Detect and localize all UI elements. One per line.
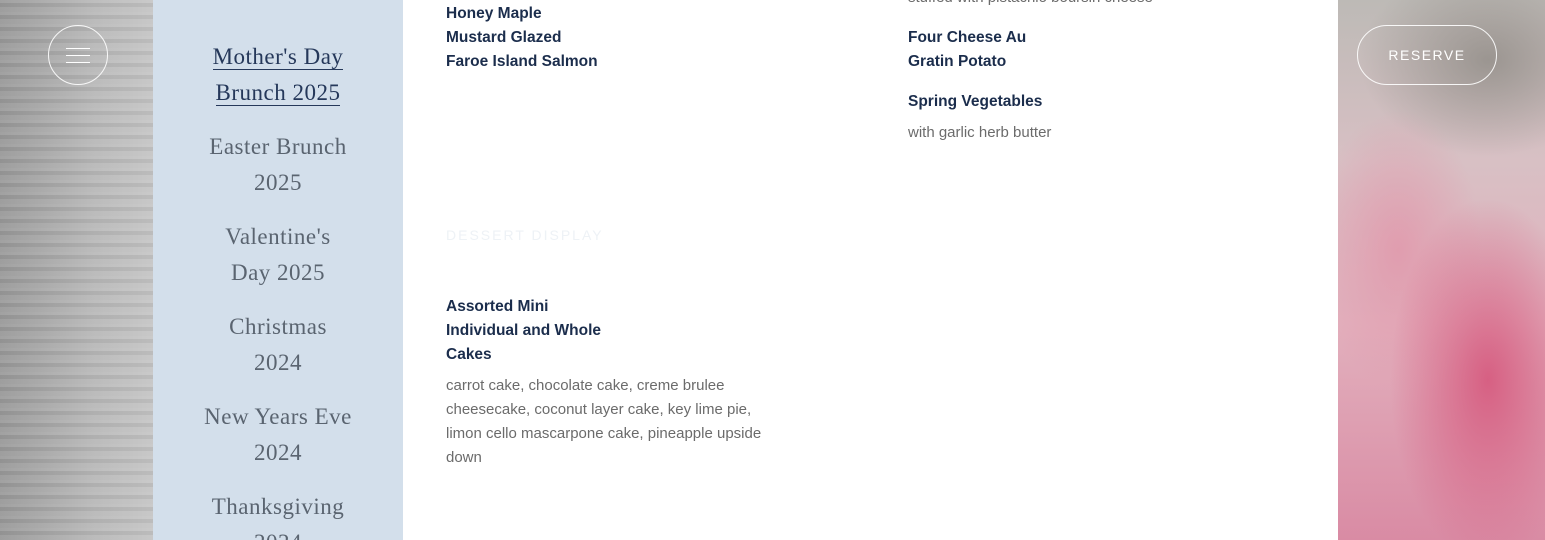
dish-title-line: Faroe Island Salmon bbox=[446, 53, 598, 70]
sidebar-item-label: New Years Eve bbox=[204, 404, 352, 429]
menu-button[interactable] bbox=[48, 25, 108, 85]
sidebar-item-label: Valentine's bbox=[225, 224, 331, 249]
description-line: carrot cake, chocolate cake, creme brule… bbox=[446, 377, 725, 394]
dish-title-line: Four Cheese Au bbox=[908, 29, 1027, 46]
dish-title-line: Assorted Mini bbox=[446, 298, 549, 315]
dish-vegetables-title: Spring Vegetables bbox=[908, 93, 1043, 110]
sidebar-item-label: 2024 bbox=[254, 440, 302, 465]
sidebar-item-label: Mother's Day bbox=[212, 44, 344, 70]
description-line: down bbox=[446, 449, 482, 466]
sidebar-item-label: 2024 bbox=[254, 350, 302, 375]
hamburger-icon-bar bbox=[66, 47, 90, 49]
dish-title-line: Individual and Whole bbox=[446, 322, 601, 339]
dish-salmon-title: Honey Maple Mustard Glazed Faroe Island … bbox=[446, 2, 598, 74]
description-line: cheesecake, coconut layer cake, key lime… bbox=[446, 401, 752, 418]
sidebar-item-new-years-eve-2024[interactable]: New Years Eve 2024 bbox=[153, 399, 403, 471]
sidebar-item-mothers-day-2025[interactable]: Mother's Day Brunch 2025 bbox=[153, 39, 403, 111]
dish-title-line: Mustard Glazed bbox=[446, 29, 562, 46]
sidebar-item-label: Day 2025 bbox=[230, 260, 326, 285]
dish-cakes-title: Assorted Mini Individual and Whole Cakes bbox=[446, 295, 601, 367]
dish-vegetables-description: with garlic herb butter bbox=[908, 124, 1052, 141]
sidebar-item-label: Thanksgiving bbox=[211, 494, 345, 519]
sidebar-item-thanksgiving-2024[interactable]: Thanksgiving 2024 bbox=[153, 489, 403, 540]
dish-title-line: Honey Maple bbox=[446, 5, 542, 22]
dish-title-line: Cakes bbox=[446, 346, 492, 363]
hamburger-icon-bar bbox=[66, 61, 90, 63]
sidebar-item-label: Easter Brunch bbox=[209, 134, 347, 159]
menu-content: Honey Maple Mustard Glazed Faroe Island … bbox=[403, 0, 1338, 540]
dish-title-line: Gratin Potato bbox=[908, 53, 1007, 70]
reserve-button[interactable]: RESERVE bbox=[1357, 25, 1497, 85]
description-line: limon cello mascarpone cake, pineapple u… bbox=[446, 425, 762, 442]
sidebar-item-easter-2025[interactable]: Easter Brunch 2025 bbox=[153, 129, 403, 201]
section-heading-dessert: DESSERT DISPLAY bbox=[446, 227, 604, 243]
dish-stuffed-description: stuffed with pistachio boursin cheese bbox=[908, 0, 1153, 10]
dish-potato-title: Four Cheese Au Gratin Potato bbox=[908, 26, 1026, 74]
hamburger-icon-bar bbox=[66, 54, 90, 56]
sidebar-item-label: 2025 bbox=[254, 170, 302, 195]
sidebar-item-label: Brunch 2025 bbox=[215, 80, 341, 106]
sidebar-item-label: 2024 bbox=[153, 525, 403, 540]
dish-cakes-description: carrot cake, chocolate cake, creme brule… bbox=[446, 374, 761, 470]
sidebar-item-valentines-2025[interactable]: Valentine's Day 2025 bbox=[153, 219, 403, 291]
sidebar-item-christmas-2024[interactable]: Christmas 2024 bbox=[153, 309, 403, 381]
holiday-menu-sidebar: Mother's Day Brunch 2025 Easter Brunch 2… bbox=[153, 0, 403, 540]
sidebar-item-label: Christmas bbox=[229, 314, 327, 339]
